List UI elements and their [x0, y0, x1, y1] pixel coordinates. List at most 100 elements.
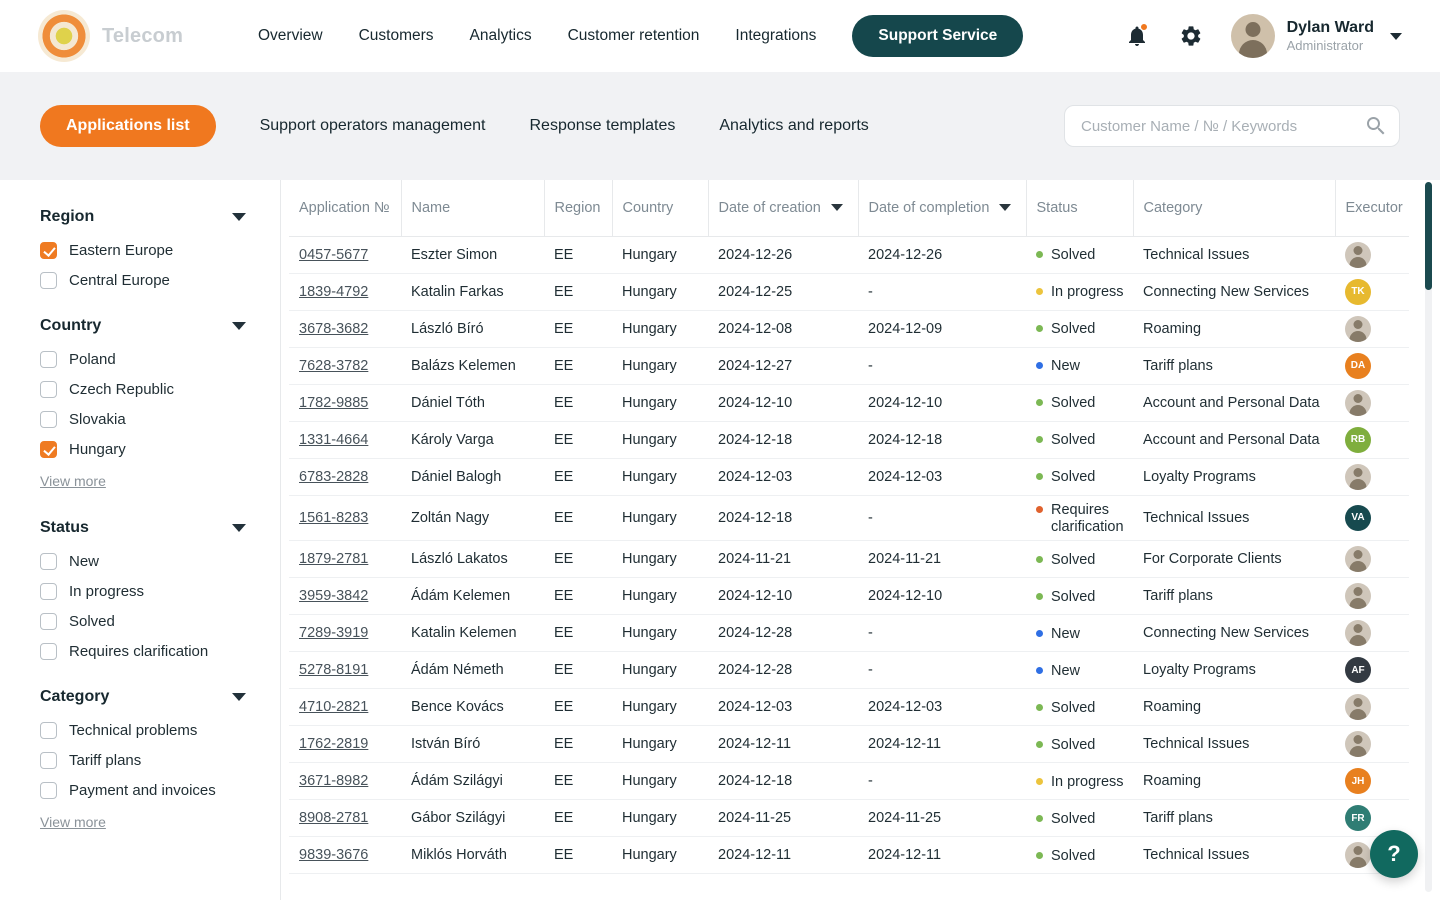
scrollbar-thumb[interactable] [1425, 182, 1432, 290]
sort-arrow-icon[interactable] [831, 204, 843, 211]
application-number-link[interactable]: 9839-3676 [299, 847, 368, 863]
application-number-cell: 1879-2781 [289, 541, 401, 578]
filter-checkbox-new[interactable]: New [40, 553, 246, 570]
application-number-link[interactable]: 3678-3682 [299, 321, 368, 337]
checkbox-icon[interactable] [40, 722, 57, 739]
notifications-button[interactable] [1123, 22, 1151, 50]
executor-avatar[interactable] [1345, 694, 1371, 720]
date-creation-cell: 2024-12-25 [708, 273, 858, 310]
filter-section-header[interactable]: Region [40, 208, 246, 226]
help-button[interactable]: ? [1370, 830, 1418, 878]
view-more-link[interactable]: View more [40, 814, 106, 830]
executor-avatar[interactable]: RB [1345, 427, 1371, 453]
support-service-button[interactable]: Support Service [852, 15, 1023, 57]
filter-checkbox-slovakia[interactable]: Slovakia [40, 411, 246, 428]
table-row: 1782-9885 Dániel Tóth EE Hungary 2024-12… [289, 384, 1409, 421]
application-number-link[interactable]: 1782-9885 [299, 395, 368, 411]
nav-item-overview[interactable]: Overview [258, 27, 323, 45]
search-input[interactable] [1064, 105, 1400, 147]
checkbox-icon[interactable] [40, 441, 57, 458]
checkbox-icon[interactable] [40, 553, 57, 570]
filter-checkbox-tariff-plans[interactable]: Tariff plans [40, 752, 246, 769]
application-number-link[interactable]: 1561-8283 [299, 510, 368, 526]
application-number-link[interactable]: 3671-8982 [299, 773, 368, 789]
executor-avatar[interactable]: DA [1345, 353, 1371, 379]
checkbox-icon[interactable] [40, 411, 57, 428]
executor-avatar[interactable]: JH [1345, 768, 1371, 794]
filter-checkbox-poland[interactable]: Poland [40, 351, 246, 368]
filter-checkbox-technical-problems[interactable]: Technical problems [40, 722, 246, 739]
executor-avatar[interactable] [1345, 390, 1371, 416]
sort-arrow-icon[interactable] [999, 204, 1011, 211]
executor-avatar[interactable] [1345, 546, 1371, 572]
application-number-cell: 3959-3842 [289, 578, 401, 615]
checkbox-icon[interactable] [40, 242, 57, 259]
checkbox-icon[interactable] [40, 583, 57, 600]
user-menu[interactable]: Dylan Ward Administrator [1231, 14, 1402, 58]
customer-name-cell: Dániel Balogh [401, 458, 544, 495]
application-number-link[interactable]: 0457-5677 [299, 247, 368, 263]
date-creation-cell: 2024-11-25 [708, 800, 858, 837]
application-number-link[interactable]: 8908-2781 [299, 810, 368, 826]
nav-item-customers[interactable]: Customers [359, 27, 434, 45]
filter-checkbox-in-progress[interactable]: In progress [40, 583, 246, 600]
executor-avatar[interactable] [1345, 242, 1371, 268]
filter-checkbox-solved[interactable]: Solved [40, 613, 246, 630]
application-number-link[interactable]: 1331-4664 [299, 432, 368, 448]
application-number-link[interactable]: 4710-2821 [299, 699, 368, 715]
column-header-date-of-creation[interactable]: Date of creation [708, 180, 858, 236]
filter-item-label: Tariff plans [69, 752, 141, 769]
column-label: Application № [299, 200, 390, 216]
tab-support-operators-management[interactable]: Support operators management [260, 117, 486, 135]
executor-avatar[interactable] [1345, 464, 1371, 490]
filter-checkbox-central-europe[interactable]: Central Europe [40, 272, 246, 289]
application-number-link[interactable]: 1762-2819 [299, 736, 368, 752]
filter-checkbox-hungary[interactable]: Hungary [40, 441, 246, 458]
filter-checkbox-czech-republic[interactable]: Czech Republic [40, 381, 246, 398]
tab-applications-list[interactable]: Applications list [40, 105, 216, 147]
checkbox-icon[interactable] [40, 782, 57, 799]
nav-item-integrations[interactable]: Integrations [735, 27, 816, 45]
nav-item-analytics[interactable]: Analytics [470, 27, 532, 45]
filter-section-header[interactable]: Category [40, 688, 246, 706]
executor-avatar[interactable]: FR [1345, 805, 1371, 831]
settings-button[interactable] [1177, 22, 1205, 50]
filter-checkbox-payment-and-invoices[interactable]: Payment and invoices [40, 782, 246, 799]
tab-response-templates[interactable]: Response templates [530, 117, 676, 135]
executor-cell [1335, 615, 1409, 652]
executor-avatar[interactable] [1345, 842, 1371, 868]
checkbox-icon[interactable] [40, 381, 57, 398]
filter-checkbox-requires-clarification[interactable]: Requires clarification [40, 643, 246, 660]
search-icon[interactable] [1364, 114, 1388, 138]
executor-avatar[interactable] [1345, 583, 1371, 609]
column-header-date-of-completion[interactable]: Date of completion [858, 180, 1026, 236]
executor-avatar[interactable]: VA [1345, 505, 1371, 531]
customer-name-cell: Katalin Kelemen [401, 615, 544, 652]
filter-section-header[interactable]: Country [40, 317, 246, 335]
checkbox-icon[interactable] [40, 351, 57, 368]
application-number-link[interactable]: 7289-3919 [299, 625, 368, 641]
tab-analytics-and-reports[interactable]: Analytics and reports [719, 117, 868, 135]
view-more-link[interactable]: View more [40, 473, 106, 489]
application-number-link[interactable]: 1879-2781 [299, 551, 368, 567]
executor-avatar[interactable]: TK [1345, 279, 1371, 305]
date-creation-cell: 2024-12-18 [708, 421, 858, 458]
content: Region Eastern Europe Central Europe Cou… [0, 180, 1440, 900]
executor-avatar[interactable] [1345, 731, 1371, 757]
application-number-link[interactable]: 6783-2828 [299, 469, 368, 485]
column-header-application: Application № [289, 180, 401, 236]
executor-avatar[interactable] [1345, 316, 1371, 342]
application-number-link[interactable]: 1839-4792 [299, 284, 368, 300]
checkbox-icon[interactable] [40, 643, 57, 660]
filter-checkbox-eastern-europe[interactable]: Eastern Europe [40, 242, 246, 259]
checkbox-icon[interactable] [40, 752, 57, 769]
checkbox-icon[interactable] [40, 272, 57, 289]
application-number-link[interactable]: 3959-3842 [299, 588, 368, 604]
application-number-link[interactable]: 7628-3782 [299, 358, 368, 374]
checkbox-icon[interactable] [40, 613, 57, 630]
executor-avatar[interactable] [1345, 620, 1371, 646]
application-number-link[interactable]: 5278-8191 [299, 662, 368, 678]
nav-item-customer-retention[interactable]: Customer retention [568, 27, 700, 45]
executor-avatar[interactable]: AF [1345, 657, 1371, 683]
filter-section-header[interactable]: Status [40, 519, 246, 537]
